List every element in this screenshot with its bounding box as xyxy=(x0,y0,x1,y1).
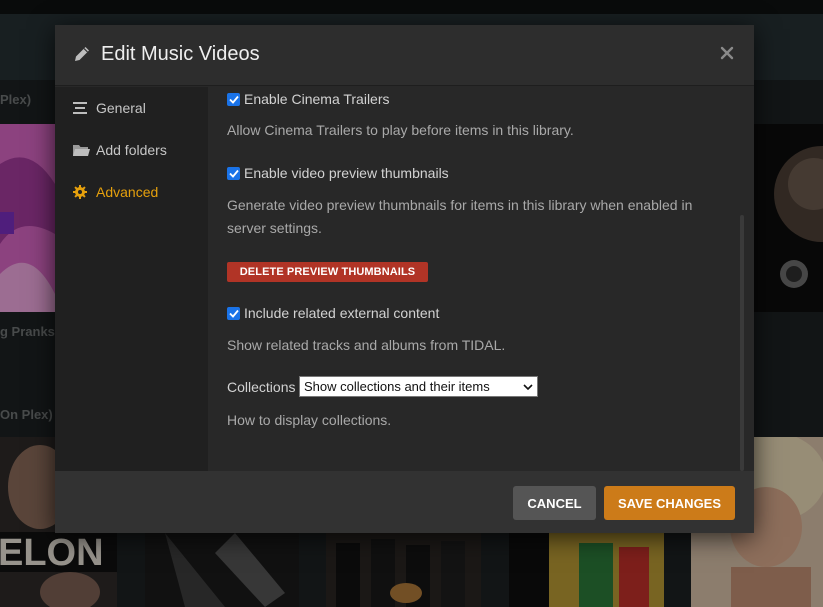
pencil-icon xyxy=(75,47,89,61)
poster-6[interactable] xyxy=(509,533,664,607)
cinema-trailers-label: Enable Cinema Trailers xyxy=(244,91,390,107)
save-changes-button[interactable]: SAVE CHANGES xyxy=(604,486,735,520)
related-content-checkbox-row[interactable]: Include related external content xyxy=(227,305,439,321)
preview-thumbnails-label: Enable video preview thumbnails xyxy=(244,165,449,181)
sidebar-item-advanced[interactable]: Advanced xyxy=(55,178,208,206)
settings-scrollbar[interactable] xyxy=(738,87,748,471)
preview-thumbnails-checkbox-row[interactable]: Enable video preview thumbnails xyxy=(227,165,449,181)
preview-thumbnails-checkbox[interactable] xyxy=(227,166,240,180)
poster-1[interactable] xyxy=(0,124,55,312)
checkmark-icon xyxy=(228,95,239,104)
cancel-button[interactable]: CANCEL xyxy=(513,486,596,520)
chevron-down-icon xyxy=(519,383,537,390)
cinema-trailers-checkbox[interactable] xyxy=(227,92,240,106)
gear-icon xyxy=(73,185,95,199)
svg-text:ELON: ELON xyxy=(0,532,104,574)
delete-preview-thumbnails-button[interactable]: DELETE PREVIEW THUMBNAILS xyxy=(227,262,428,282)
cinema-trailers-help: Allow Cinema Trailers to play before ite… xyxy=(227,122,574,138)
dialog-header: Edit Music Videos xyxy=(55,25,754,86)
poster-1-art xyxy=(0,157,55,312)
hub-title-1: Plex) xyxy=(0,92,32,107)
scrollbar-thumb[interactable] xyxy=(740,215,744,471)
collections-help: How to display collections. xyxy=(227,412,392,428)
edit-library-dialog: Edit Music Videos General Add folders Ad… xyxy=(55,25,754,533)
collections-label: Collections xyxy=(227,379,296,395)
collections-select[interactable]: Show collections and their items xyxy=(299,376,538,397)
sidebar-item-add-folders[interactable]: Add folders xyxy=(55,136,208,164)
poster-5[interactable] xyxy=(326,533,481,607)
sidebar-item-label: Add folders xyxy=(96,142,167,158)
poster-4-art xyxy=(165,533,285,607)
hub-item-title: g Pranks xyxy=(0,324,55,339)
poster-5-art xyxy=(336,539,465,607)
advanced-settings-panel: Enable Cinema Trailers Allow Cinema Trai… xyxy=(208,87,754,471)
folder-icon xyxy=(73,144,95,157)
poster-2[interactable] xyxy=(754,124,823,312)
poster-4[interactable] xyxy=(145,533,299,607)
top-bar xyxy=(0,0,823,14)
close-icon[interactable] xyxy=(717,43,737,63)
cinema-trailers-checkbox-row[interactable]: Enable Cinema Trailers xyxy=(227,91,390,107)
sidebar-item-label: Advanced xyxy=(96,184,159,200)
settings-sidebar: General Add folders Advanced xyxy=(55,87,208,471)
collections-selected-value: Show collections and their items xyxy=(304,379,490,394)
preview-thumbnails-help: Generate video preview thumbnails for it… xyxy=(227,197,693,236)
dialog-footer: CANCEL SAVE CHANGES xyxy=(55,471,754,533)
checkmark-icon xyxy=(228,169,239,178)
hub-title-2: On Plex) xyxy=(0,407,53,422)
sidebar-item-general[interactable]: General xyxy=(55,94,208,122)
related-content-label: Include related external content xyxy=(244,305,440,321)
poster-6-art xyxy=(509,533,649,607)
related-content-help: Show related tracks and albums from TIDA… xyxy=(227,337,506,353)
dialog-title: Edit Music Videos xyxy=(101,43,260,65)
related-content-checkbox[interactable] xyxy=(227,306,240,320)
poster-2-art xyxy=(774,146,823,288)
sidebar-item-label: General xyxy=(96,100,146,116)
list-icon xyxy=(73,102,95,114)
checkmark-icon xyxy=(228,309,239,318)
